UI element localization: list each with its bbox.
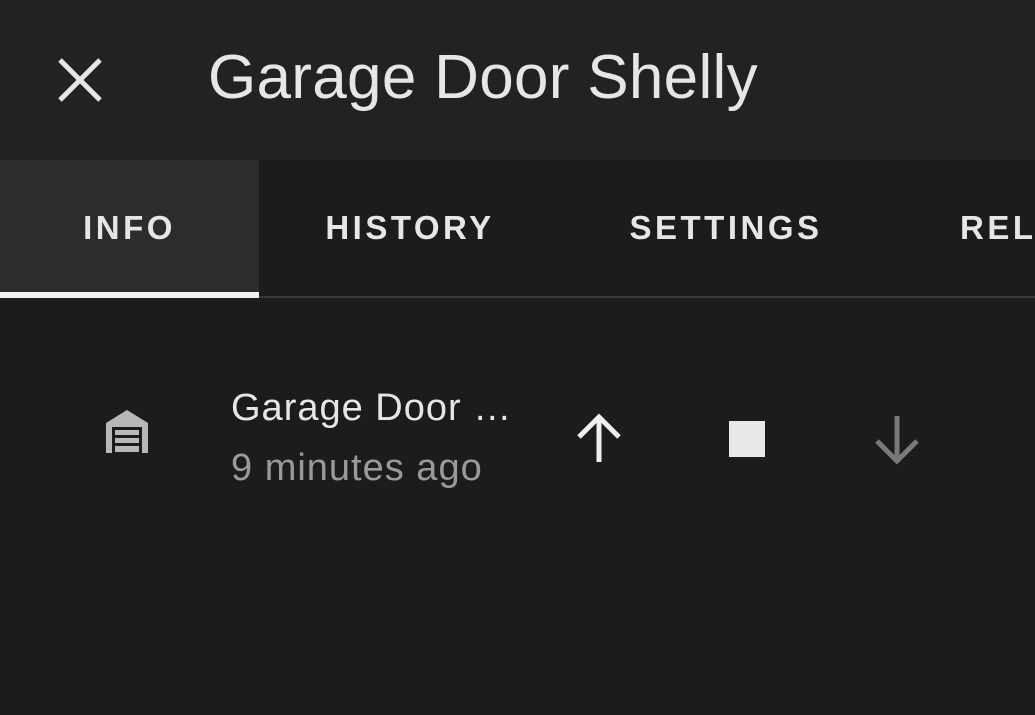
stop-cover-button[interactable] [712,404,782,474]
close-cover-button[interactable] [862,404,932,474]
tab-info[interactable]: INFO [0,160,259,296]
more-info-dialog: Garage Door Shelly INFO HISTORY SETTINGS… [0,0,1035,715]
close-button[interactable] [40,40,120,120]
stop-icon [729,421,765,457]
entity-last-changed: 9 minutes ago [231,447,483,489]
tab-settings[interactable]: SETTINGS [561,160,891,296]
tab-bar: INFO HISTORY SETTINGS RELATED [0,160,1035,298]
tab-history[interactable]: HISTORY [259,160,561,296]
dialog-header: Garage Door Shelly [0,0,1035,160]
entity-name[interactable]: Garage Door … [231,384,512,432]
arrow-down-icon [875,416,919,465]
active-tab-indicator [0,292,259,298]
arrow-up-icon [577,413,621,462]
garage-icon [106,410,148,453]
close-icon [58,58,102,102]
open-cover-button[interactable] [564,404,634,474]
dialog-title: Garage Door Shelly [208,43,758,112]
tab-related[interactable]: RELATED [891,160,1035,296]
